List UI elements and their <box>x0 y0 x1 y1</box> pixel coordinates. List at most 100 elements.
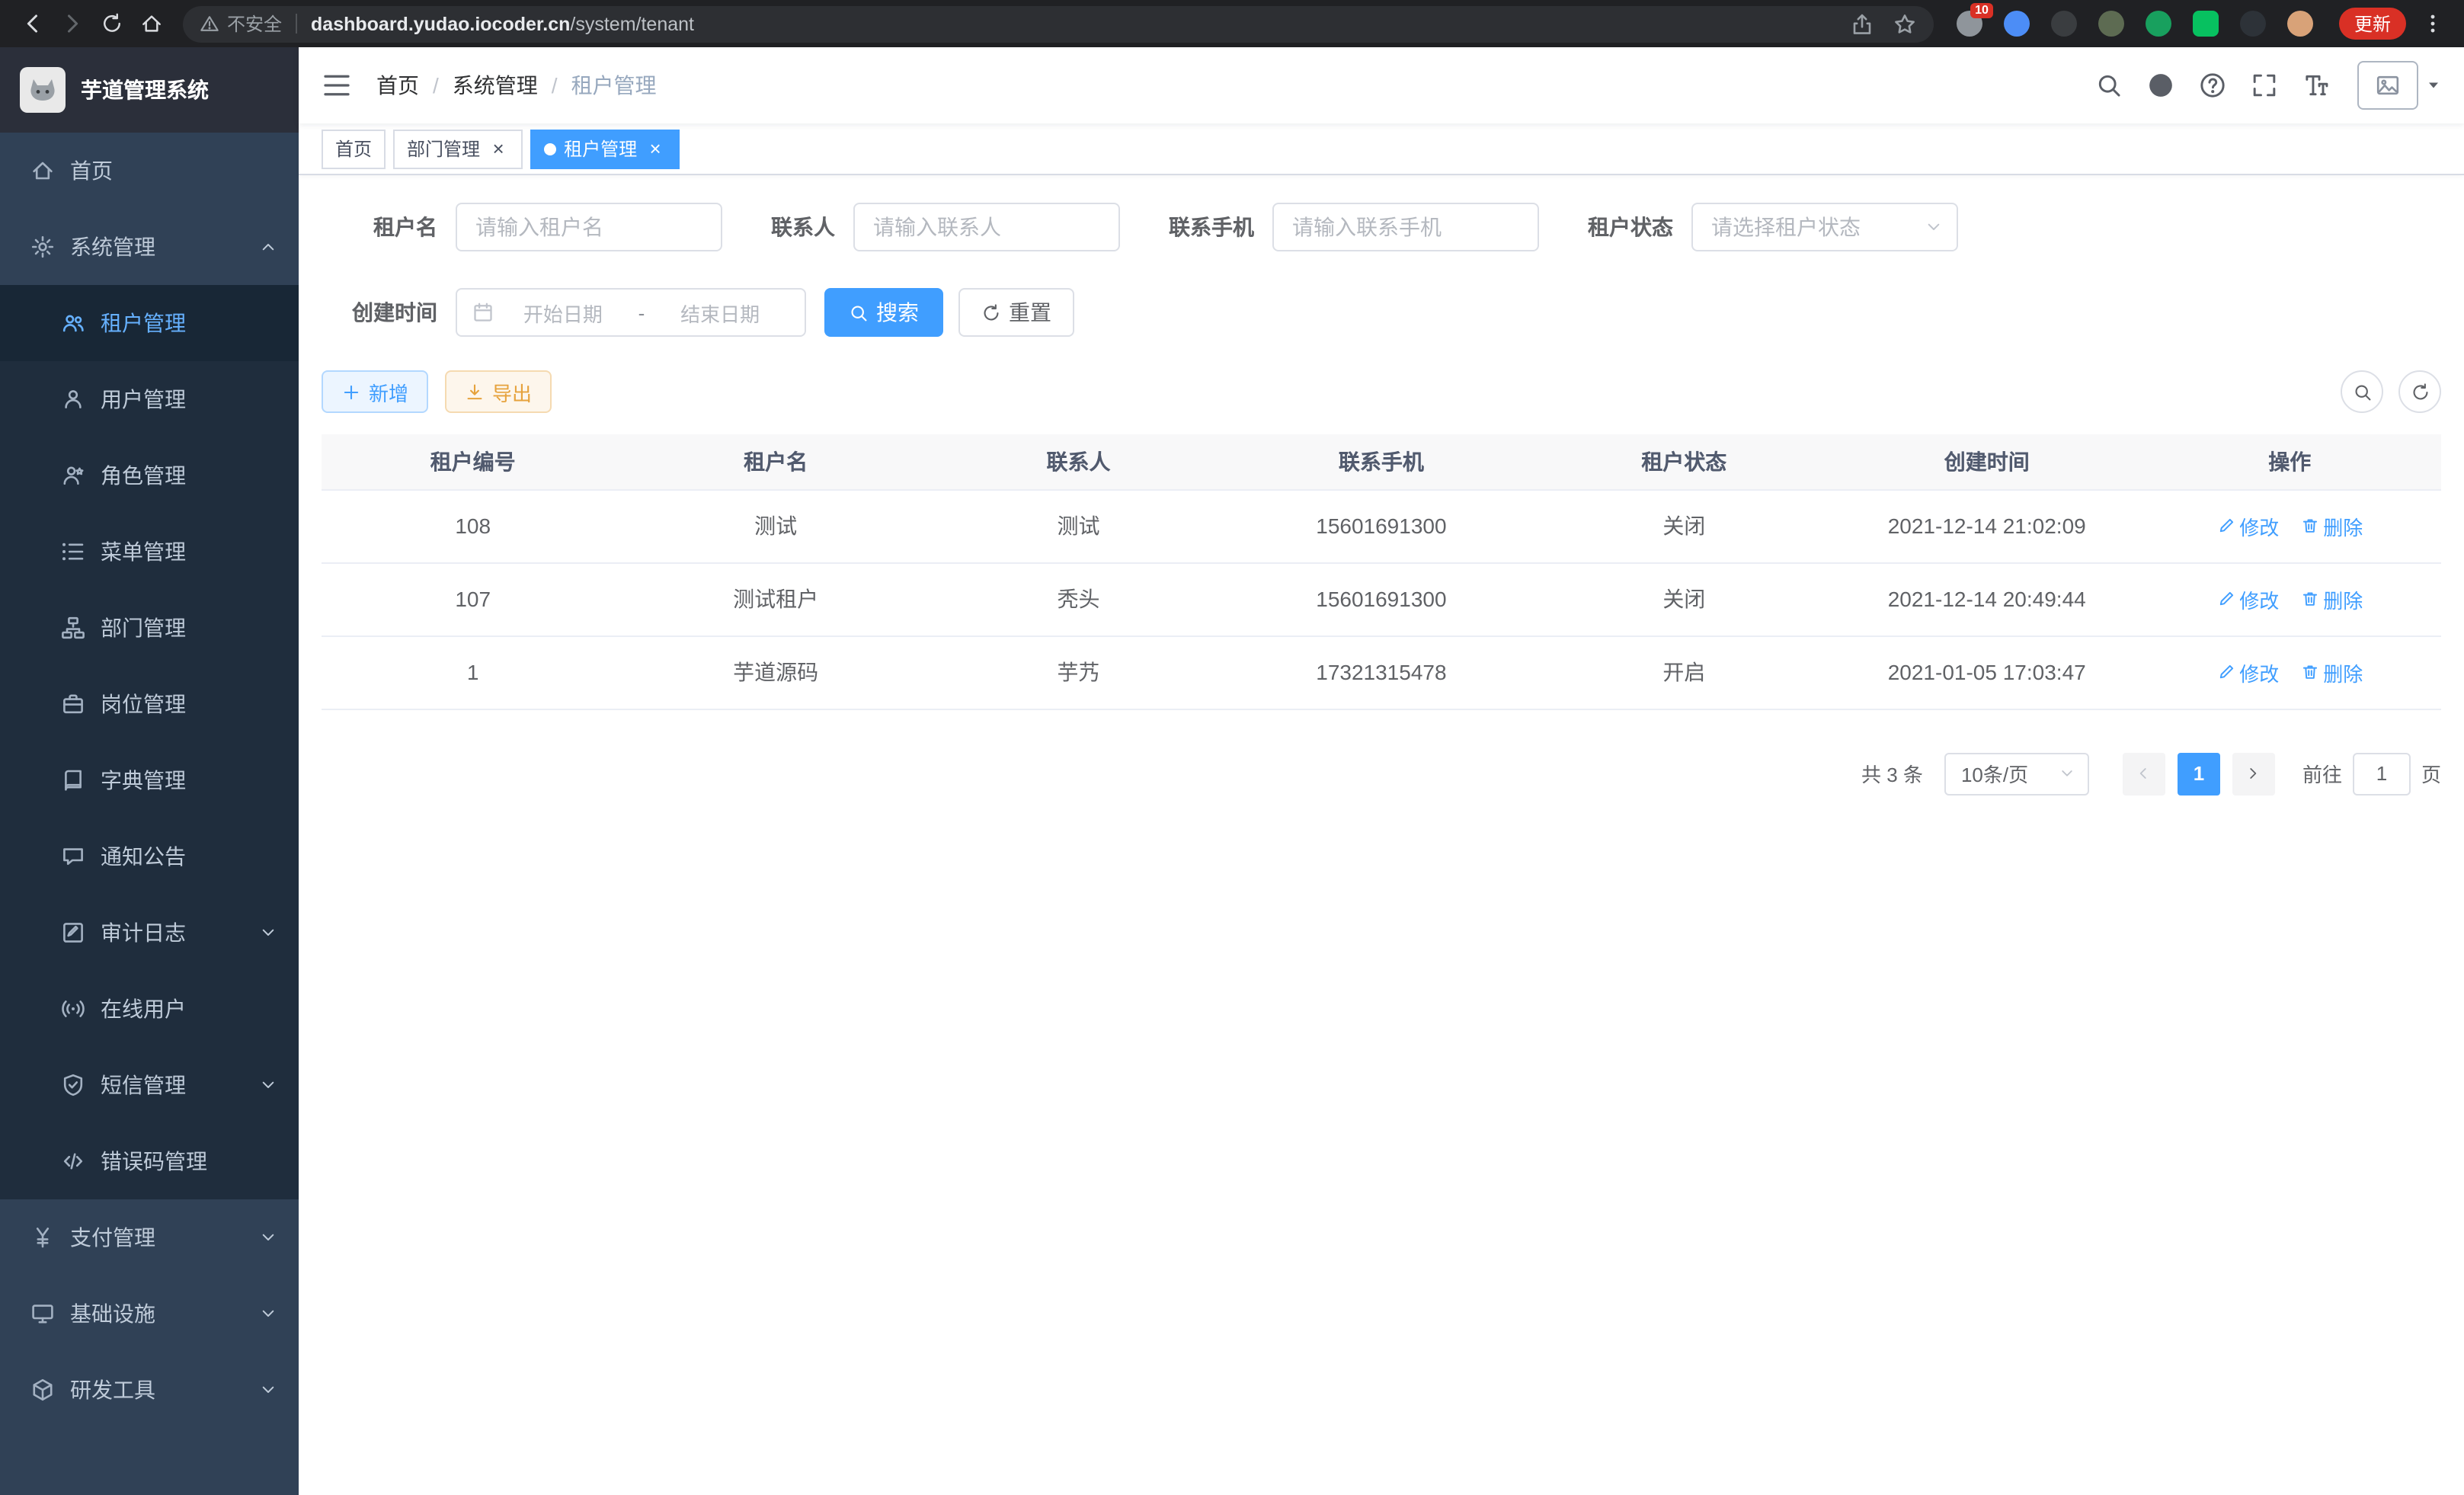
share-icon[interactable] <box>1850 11 1874 36</box>
tenant-name-input[interactable] <box>456 203 722 251</box>
sidebar-item-dict[interactable]: 字典管理 <box>0 742 299 818</box>
chevron-down-icon <box>259 1076 277 1094</box>
tab-1[interactable]: 部门管理× <box>393 129 523 168</box>
edit-link[interactable]: 修改 <box>2216 658 2279 687</box>
delete-label: 删除 <box>2323 584 2363 613</box>
search-icon <box>2352 382 2372 402</box>
add-button-label: 新增 <box>369 377 408 406</box>
bookmark-star-icon[interactable] <box>1893 11 1917 36</box>
chevron-down-icon <box>259 1305 277 1323</box>
sidebar-item-user[interactable]: 用户管理 <box>0 361 299 437</box>
delete-icon <box>2300 663 2318 681</box>
download-icon <box>465 382 485 402</box>
forward-icon[interactable] <box>52 4 91 43</box>
reset-button[interactable]: 重置 <box>958 288 1074 337</box>
breadcrumb-item[interactable]: 首页 <box>376 70 419 101</box>
sidebar-item-audit-log[interactable]: 审计日志 <box>0 895 299 971</box>
browser-menu-kebab-icon[interactable] <box>2412 4 2452 43</box>
home-icon <box>30 158 55 183</box>
post-icon <box>61 692 85 716</box>
user-menu[interactable] <box>2357 61 2441 110</box>
extension-icon[interactable] <box>2004 11 2030 37</box>
sidebar-item-tenant[interactable]: 租户管理 <box>0 285 299 361</box>
delete-link[interactable]: 删除 <box>2300 658 2363 687</box>
cell-id: 1 <box>322 635 624 709</box>
next-page-button[interactable] <box>2232 752 2275 795</box>
sidebar-item-menu[interactable]: 菜单管理 <box>0 514 299 590</box>
refresh-table-button[interactable] <box>2398 370 2441 413</box>
sidebar-item-role[interactable]: 角色管理 <box>0 437 299 514</box>
sidebar-toggle-hamburger-icon[interactable] <box>322 70 352 101</box>
filter-phone: 联系手机 <box>1169 203 1539 251</box>
update-button[interactable]: 更新 <box>2339 8 2406 40</box>
sidebar-item-label: 系统管理 <box>70 232 259 262</box>
tab-2[interactable]: 租户管理 × <box>530 129 680 168</box>
filter-create-time: 创建时间 开始日期 - 结束日期 <box>322 288 806 337</box>
sidebar-item-label: 基础设施 <box>70 1298 259 1329</box>
phone-input[interactable] <box>1272 203 1539 251</box>
sidebar-item-dept[interactable]: 部门管理 <box>0 590 299 666</box>
sidebar-item-pay[interactable]: 支付管理 <box>0 1199 299 1276</box>
gear-icon <box>30 235 55 259</box>
search-icon[interactable] <box>2095 72 2123 99</box>
sidebar-item-infra[interactable]: 基础设施 <box>0 1276 299 1352</box>
error-code-icon <box>61 1149 85 1173</box>
search-button-label: 搜索 <box>876 297 919 328</box>
extension-icon[interactable] <box>2098 11 2124 37</box>
sidebar-item-system[interactable]: 系统管理 <box>0 209 299 285</box>
help-icon[interactable] <box>2199 72 2226 99</box>
tenant-status-select[interactable]: 请选择租户状态 <box>1691 203 1958 251</box>
extension-icon[interactable] <box>2051 11 2077 37</box>
github-icon[interactable] <box>2147 72 2174 99</box>
toggle-search-button[interactable] <box>2341 370 2383 413</box>
sidebar-item-error-code[interactable]: 错误码管理 <box>0 1123 299 1199</box>
sidebar-item-post[interactable]: 岗位管理 <box>0 666 299 742</box>
extension-icon[interactable] <box>2240 11 2266 37</box>
sidebar-item-notice[interactable]: 通知公告 <box>0 818 299 895</box>
sidebar-item-sms[interactable]: 短信管理 <box>0 1047 299 1123</box>
back-icon[interactable] <box>12 4 52 43</box>
delete-label: 删除 <box>2323 658 2363 687</box>
contact-input[interactable] <box>853 203 1120 251</box>
breadcrumb-item[interactable]: 系统管理 <box>453 70 538 101</box>
fullscreen-icon[interactable] <box>2251 72 2278 99</box>
browser-home-icon[interactable] <box>131 4 171 43</box>
edit-link[interactable]: 修改 <box>2216 584 2279 613</box>
dict-icon <box>61 768 85 792</box>
avatar[interactable] <box>2357 61 2418 110</box>
cell-name: 测试租户 <box>624 562 926 635</box>
delete-link[interactable]: 删除 <box>2300 584 2363 613</box>
delete-link[interactable]: 删除 <box>2300 511 2363 540</box>
extension-icon[interactable] <box>2146 11 2171 37</box>
page-number-1[interactable]: 1 <box>2178 752 2220 795</box>
page-size-select[interactable]: 10条/页 <box>1944 752 2089 795</box>
security-indicator[interactable]: 不安全 <box>200 11 282 37</box>
add-button[interactable]: 新增 <box>322 370 428 413</box>
address-bar[interactable]: 不安全 dashboard.yudao.iocoder.cn/system/te… <box>183 5 1934 42</box>
tab-0[interactable]: 首页 <box>322 129 386 168</box>
online-icon <box>61 997 85 1021</box>
extension-badge: 10 <box>1970 3 1993 18</box>
sidebar-item-online-user[interactable]: 在线用户 <box>0 971 299 1047</box>
extension-icon[interactable]: 10 <box>1957 11 1982 37</box>
create-time-range-picker[interactable]: 开始日期 - 结束日期 <box>456 288 806 337</box>
reload-icon[interactable] <box>91 4 131 43</box>
extension-icon[interactable] <box>2193 11 2219 37</box>
prev-page-button[interactable] <box>2123 752 2165 795</box>
table-head-row: 租户编号租户名联系人联系手机租户状态创建时间操作 <box>322 434 2441 489</box>
date-start-placeholder: 开始日期 <box>494 298 632 327</box>
close-icon[interactable]: × <box>488 138 509 159</box>
close-icon[interactable]: × <box>645 138 666 159</box>
export-button[interactable]: 导出 <box>445 370 552 413</box>
search-button[interactable]: 搜索 <box>824 288 943 337</box>
sidebar-item-devtool[interactable]: 研发工具 <box>0 1352 299 1428</box>
table-row: 1芋道源码芋艿17321315478开启2021-01-05 17:03:47修… <box>322 635 2441 709</box>
sidebar-item-home[interactable]: 首页 <box>0 133 299 209</box>
sidebar-item-label: 字典管理 <box>101 765 277 796</box>
font-size-icon[interactable] <box>2302 72 2330 99</box>
profile-avatar-icon[interactable] <box>2287 11 2313 37</box>
active-tab-dot <box>544 142 556 155</box>
edit-link[interactable]: 修改 <box>2216 511 2279 540</box>
tab-label: 租户管理 <box>564 136 637 162</box>
goto-page-input[interactable] <box>2353 752 2411 795</box>
